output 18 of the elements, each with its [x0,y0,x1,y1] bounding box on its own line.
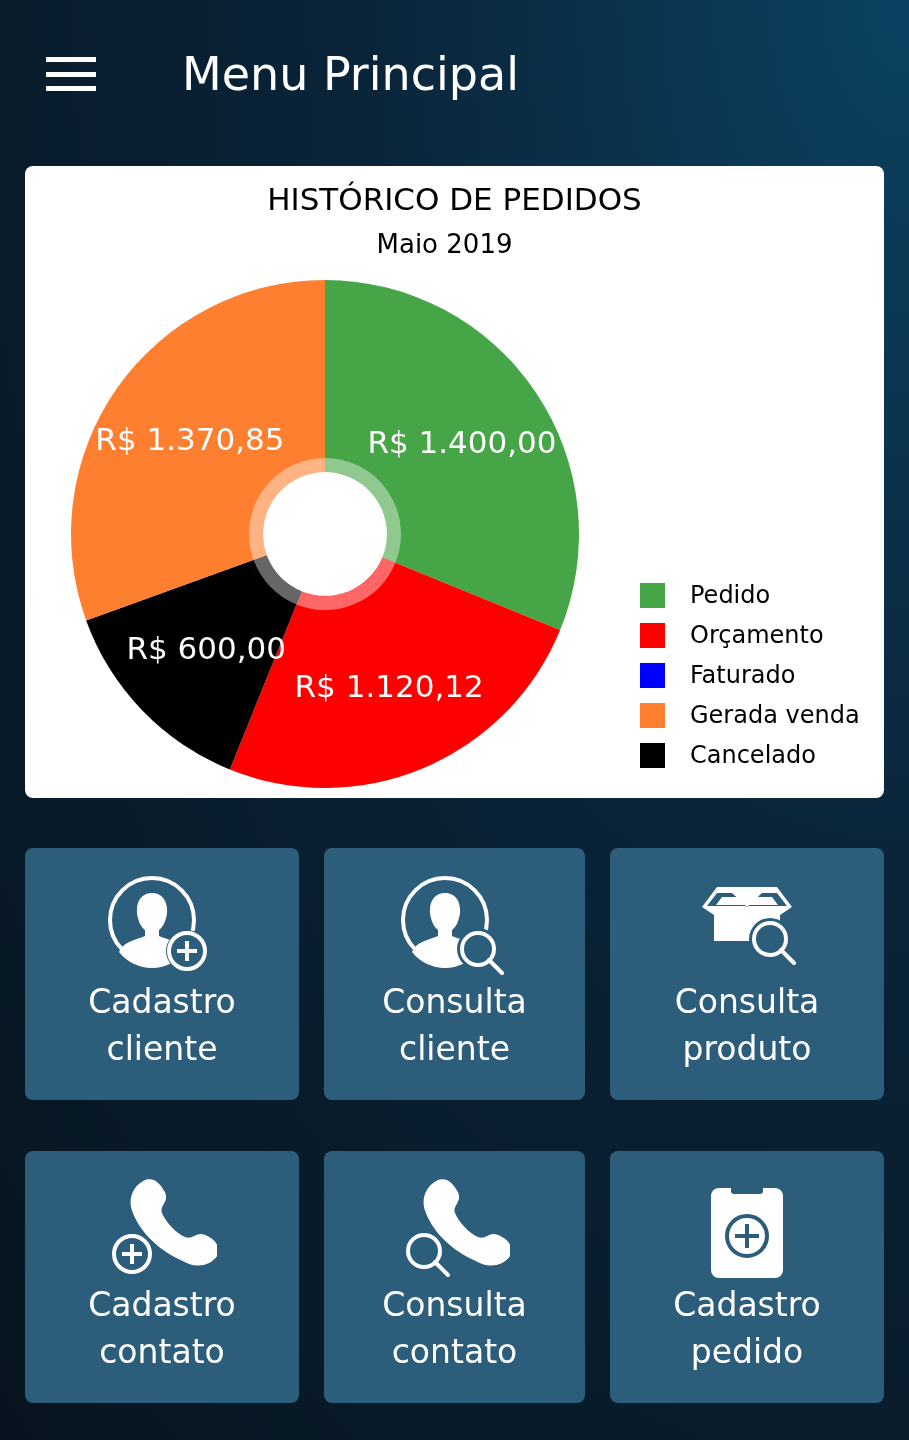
menu-tile[interactable]: Consulta cliente [324,848,585,1100]
legend-label: Gerada venda [690,700,860,731]
slice-value-label: R$ 1.370,85 [95,421,285,458]
screen-title: Menu Principal [182,45,519,103]
menu-tile[interactable]: Consulta produto [610,848,884,1100]
menu-tile[interactable]: Consulta contato [324,1151,585,1403]
slice-value-label: R$ 1.400,00 [367,424,557,460]
menu-tile[interactable]: Cadastro contato [25,1151,299,1403]
legend-label: Pedido [690,580,771,611]
slice-value-label: R$ 1.120,12 [294,668,484,704]
legend-label: Faturado [690,660,796,691]
chart-title: HISTÓRICO DE PEDIDOS [267,180,642,219]
legend-label: Orçamento [690,620,824,651]
menu-icon[interactable] [46,57,96,91]
menu-tile[interactable]: Cadastro pedido [610,1151,884,1403]
menu-tile[interactable]: Cadastro cliente [25,848,299,1100]
chart-subtitle: Maio 2019 [376,227,513,261]
legend-label: Cancelado [690,740,816,771]
